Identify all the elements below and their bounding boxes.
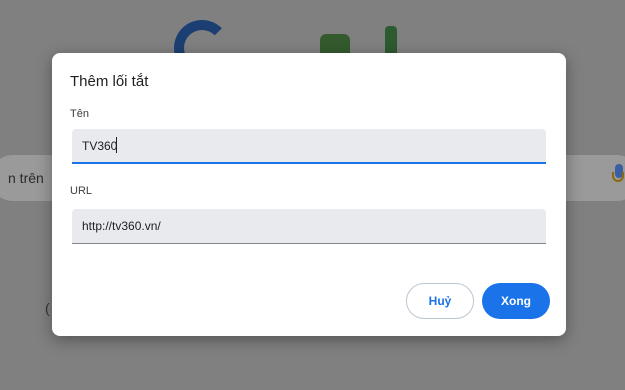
url-field-label: URL — [70, 185, 93, 197]
url-input[interactable]: http://tv360.vn/ — [72, 209, 546, 244]
name-field-label: Tên — [70, 108, 89, 120]
add-shortcut-dialog: Thêm lối tắt Tên TV360 URL http://tv360.… — [52, 53, 566, 336]
cancel-button[interactable]: Huỷ — [406, 283, 474, 319]
text-caret — [116, 137, 117, 153]
url-input-value: http://tv360.vn/ — [82, 219, 161, 233]
microphone-icon — [612, 164, 625, 190]
background-shortcut-glyph-left: ( — [45, 300, 50, 316]
name-input[interactable]: TV360 — [72, 129, 546, 164]
dialog-actions: Huỷ Xong — [390, 283, 550, 319]
search-placeholder-partial: n trên — [8, 170, 44, 186]
done-button[interactable]: Xong — [482, 283, 550, 319]
name-input-value: TV360 — [82, 139, 118, 153]
dialog-title: Thêm lối tắt — [70, 73, 149, 90]
